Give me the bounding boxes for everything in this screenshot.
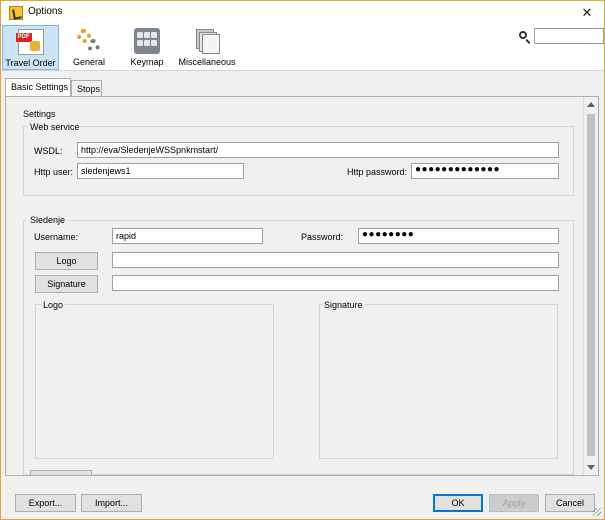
import-button[interactable]: Import... <box>81 494 142 512</box>
search-icon <box>519 31 527 39</box>
http-user-field[interactable]: sledenjews1 <box>77 163 244 179</box>
tab-basic-settings[interactable]: Basic Settings <box>5 78 71 96</box>
username-label: Username: <box>34 232 79 242</box>
toolbar-item-keymap[interactable]: Keymap <box>121 25 173 70</box>
toolbar-item-miscellaneous[interactable]: Miscellaneous <box>177 25 237 70</box>
toolbar-item-label: Keymap <box>130 57 164 67</box>
resize-grip-icon[interactable] <box>593 508 601 516</box>
category-toolbar: PDF Travel Order General Keymap Miscella… <box>1 25 604 71</box>
sledenje-heading: Sledenje <box>28 215 68 225</box>
window-title: Options <box>28 6 63 17</box>
export-button[interactable]: Export... <box>15 494 76 512</box>
signature-path-field[interactable] <box>112 275 559 291</box>
cancel-button[interactable]: Cancel <box>545 494 595 512</box>
partially-visible-button[interactable] <box>30 470 92 475</box>
keyboard-icon <box>134 28 160 54</box>
scroll-down-arrow-icon[interactable] <box>587 465 595 470</box>
scroll-up-arrow-icon[interactable] <box>587 102 595 107</box>
toolbar-item-label: General <box>72 57 106 67</box>
toolbar-item-travel-order[interactable]: PDF Travel Order <box>2 25 59 70</box>
http-password-field[interactable]: ●●●●●●●●●●●●● <box>411 163 559 179</box>
ok-button[interactable]: OK <box>433 494 483 512</box>
close-button[interactable]: ✕ <box>578 4 596 22</box>
search-input[interactable] <box>534 28 604 44</box>
miscellaneous-icon <box>194 28 220 54</box>
settings-content: Settings Web service WSDL: http://eva/Sl… <box>6 97 584 475</box>
app-icon <box>9 6 23 20</box>
logo-path-field[interactable] <box>112 252 559 268</box>
username-field[interactable]: rapid <box>112 228 263 244</box>
vertical-scrollbar[interactable] <box>583 97 598 475</box>
toolbar-item-general[interactable]: General <box>63 25 115 70</box>
scroll-thumb[interactable] <box>587 114 595 456</box>
tab-stops[interactable]: Stops <box>71 80 102 96</box>
apply-button[interactable]: Apply <box>489 494 539 512</box>
signature-button[interactable]: Signature <box>35 275 98 293</box>
wsdl-label: WSDL: <box>34 146 63 156</box>
http-user-label: Http user: <box>34 167 74 177</box>
toolbar-item-label: Miscellaneous <box>178 57 236 67</box>
title-bar: Options ✕ <box>1 1 604 25</box>
logo-preview-box <box>35 304 274 459</box>
toolbar-item-label: Travel Order <box>5 58 56 68</box>
password-label: Password: <box>301 232 344 242</box>
settings-heading: Settings <box>23 109 56 119</box>
gears-icon <box>76 28 102 54</box>
web-service-group <box>23 126 574 196</box>
options-window: Options ✕ PDF Travel Order General Keyma… <box>0 0 605 520</box>
signature-preview-box <box>319 304 558 459</box>
travel-order-icon: PDF <box>15 29 44 55</box>
password-field[interactable]: ●●●●●●●● <box>358 228 559 244</box>
logo-button[interactable]: Logo <box>35 252 98 270</box>
wsdl-field[interactable]: http://eva/SledenjeWSSpnkmstart/ <box>77 142 559 158</box>
signature-preview-heading: Signature <box>322 300 365 310</box>
web-service-heading: Web service <box>28 122 82 132</box>
http-password-label: Http password: <box>347 167 408 177</box>
logo-preview-heading: Logo <box>41 300 66 310</box>
basic-settings-panel: Settings Web service WSDL: http://eva/Sl… <box>5 96 599 476</box>
